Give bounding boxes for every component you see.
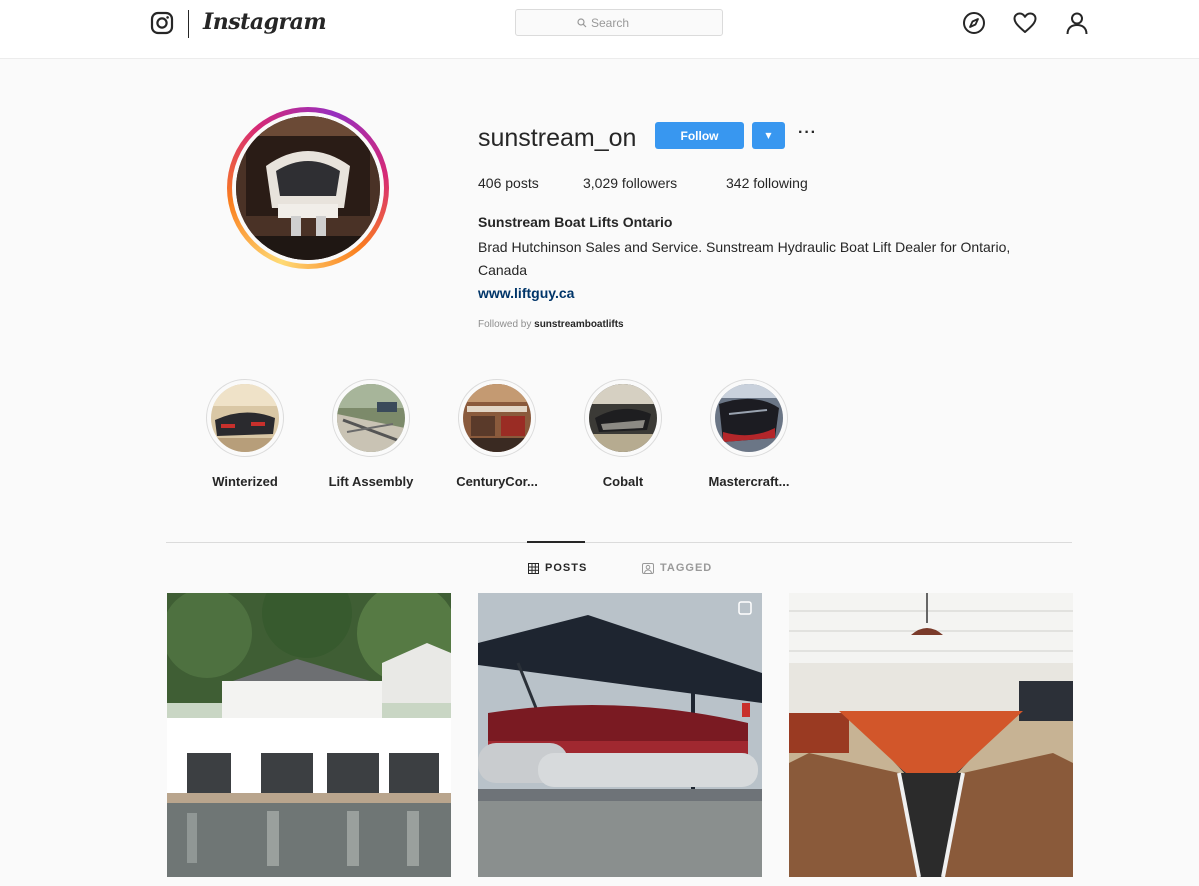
profile-full-name: Sunstream Boat Lifts Ontario xyxy=(478,214,673,230)
logo-divider xyxy=(188,10,189,38)
profile-person-icon[interactable] xyxy=(1064,10,1090,36)
highlight-lift-assembly[interactable]: Lift Assembly xyxy=(311,379,431,489)
tab-tagged[interactable]: TAGGED xyxy=(642,562,712,574)
highlight-winterized[interactable]: Winterized xyxy=(185,379,305,489)
tab-posts[interactable]: POSTS xyxy=(528,562,587,574)
explore-compass-icon[interactable] xyxy=(961,10,987,36)
tabs-divider xyxy=(166,542,1072,543)
avatar-photo xyxy=(236,116,380,260)
pontoon-lift-photo xyxy=(478,593,762,877)
follow-button[interactable]: Follow xyxy=(655,122,744,149)
profile-website-link[interactable]: www.liftguy.ca xyxy=(478,285,574,301)
search-box[interactable] xyxy=(515,9,723,36)
highlight-cover xyxy=(463,384,531,452)
instagram-camera-icon[interactable] xyxy=(150,11,174,35)
suggestions-dropdown-button[interactable]: ▼ xyxy=(752,122,785,149)
highlight-label: Cobalt xyxy=(602,474,644,489)
tab-posts-label: POSTS xyxy=(545,562,588,574)
tab-tagged-label: TAGGED xyxy=(660,562,713,574)
highlight-label: Lift Assembly xyxy=(328,474,414,489)
highlight-cover xyxy=(211,384,279,452)
highlight-cover xyxy=(589,384,657,452)
highlight-cover xyxy=(337,384,405,452)
more-options-icon[interactable]: ··· xyxy=(798,124,817,142)
search-input[interactable] xyxy=(591,15,661,30)
highlight-mastercraft[interactable]: Mastercraft... xyxy=(689,379,809,489)
heart-icon[interactable] xyxy=(1012,10,1038,36)
highlight-label: Winterized xyxy=(212,474,278,489)
highlight-label: CenturyCor... xyxy=(456,474,538,489)
highlight-label: Mastercraft... xyxy=(708,474,790,489)
instagram-logo-wordmark[interactable]: Instagram xyxy=(203,9,327,35)
followed-by-user[interactable]: sunstreamboatlifts xyxy=(534,319,623,330)
highlight-cover xyxy=(715,384,783,452)
multi-photo-icon xyxy=(738,601,752,615)
profile-bio: Brad Hutchinson Sales and Service. Sunst… xyxy=(478,239,1011,278)
post-thumbnail-3[interactable] xyxy=(789,593,1073,877)
boathouse-photo xyxy=(167,593,451,877)
highlight-cobalt[interactable]: Cobalt xyxy=(563,379,683,489)
search-icon xyxy=(577,17,587,27)
followed-by-text[interactable]: Followed by sunstreamboatlifts xyxy=(478,319,624,330)
grid-icon xyxy=(528,562,539,574)
following-count-link[interactable]: 342 following xyxy=(726,175,808,191)
profile-avatar[interactable] xyxy=(227,107,389,269)
active-tab-indicator xyxy=(527,541,585,543)
post-thumbnail-1[interactable] xyxy=(167,593,451,877)
wooden-boat-photo xyxy=(789,593,1073,877)
posts-count: 406 posts xyxy=(478,175,539,191)
post-thumbnail-2[interactable] xyxy=(478,593,762,877)
profile-username: sunstream_on xyxy=(478,124,637,152)
followers-count-link[interactable]: 3,029 followers xyxy=(583,175,677,191)
top-navigation-bar: Instagram xyxy=(0,0,1199,59)
highlight-centurycor[interactable]: CenturyCor... xyxy=(437,379,557,489)
tagged-icon xyxy=(642,562,654,574)
